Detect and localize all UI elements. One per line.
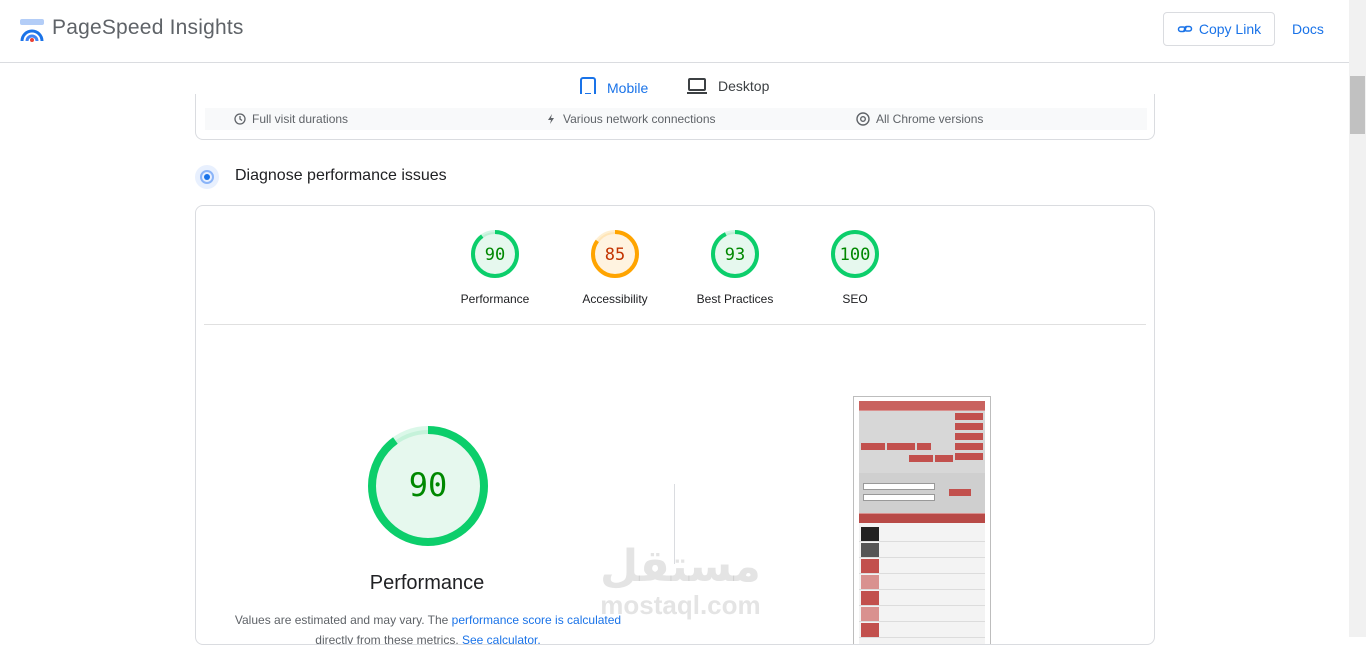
top-app-bar: PageSpeed Insights Copy Link Docs <box>0 0 1349 63</box>
screenshot-list <box>859 523 985 644</box>
info-item: All Chrome versions <box>856 112 983 126</box>
see-calculator-link[interactable]: See calculator. <box>462 633 541 644</box>
score-gauges: 90 Performance 85 Accessibility 93 Best … <box>196 206 1154 324</box>
gauge-seo[interactable]: 100 SEO <box>810 228 900 306</box>
gauge-score: 100 <box>840 245 871 265</box>
screenshot-image <box>859 401 985 644</box>
info-item: Various network connections <box>545 112 716 126</box>
tab-desktop[interactable]: Desktop <box>686 77 769 95</box>
gauge-score: 85 <box>605 245 625 265</box>
docs-link[interactable]: Docs <box>1292 21 1324 37</box>
nav-block <box>955 453 983 460</box>
laptop-icon <box>687 78 707 94</box>
list-row <box>859 589 985 590</box>
list-row <box>859 573 985 574</box>
app-title: PageSpeed Insights <box>52 16 244 39</box>
gauge-label: Best Practices <box>696 292 774 306</box>
gauge-label: SEO <box>842 292 868 306</box>
nav-block <box>955 423 983 430</box>
gauge-score: 93 <box>725 245 745 265</box>
avatar <box>861 607 879 621</box>
screenshot-header <box>859 401 985 410</box>
info-item: Full visit durations <box>234 112 348 126</box>
gauge-best-practices[interactable]: 93 Best Practices <box>690 228 780 306</box>
copy-link-label: Copy Link <box>1198 21 1262 37</box>
copy-link-button[interactable]: Copy Link <box>1163 12 1275 46</box>
nav-block <box>955 443 983 450</box>
avatar <box>861 527 879 541</box>
gauge-ring: 93 <box>711 230 759 278</box>
section-divider <box>204 324 1146 325</box>
gauge-performance[interactable]: 90 Performance <box>450 228 540 306</box>
performance-note: Values are estimated and may vary. The p… <box>228 610 628 645</box>
pagespeed-logo-icon[interactable] <box>19 17 45 43</box>
info-item-label: Various network connections <box>563 112 716 126</box>
avatar <box>861 543 879 557</box>
performance-score: 90 <box>409 466 448 504</box>
note-text: Values are estimated and may vary. The <box>234 613 452 627</box>
avatar <box>861 575 879 589</box>
score-calculated-link[interactable]: performance score is calculated <box>452 613 621 627</box>
nav-block <box>955 413 983 420</box>
nav-block <box>935 455 953 462</box>
chrome-icon <box>856 112 870 126</box>
list-row <box>859 621 985 622</box>
avatar <box>861 591 879 605</box>
gauge-ring: 90 <box>471 230 519 278</box>
screenshot-nav <box>859 411 985 473</box>
diagnose-icon <box>195 165 219 189</box>
network-icon <box>548 114 554 124</box>
note-text-line2: directly from these metrics. <box>315 633 462 645</box>
info-item-label: All Chrome versions <box>876 112 984 126</box>
watermark: مستقل mostaql.com <box>600 541 761 620</box>
clock-icon <box>234 113 246 125</box>
watermark-arabic: مستقل <box>600 541 761 592</box>
screenshot-bar <box>859 514 985 523</box>
gauge-ring: 100 <box>831 230 879 278</box>
field-data-card: Full visit durations Various network con… <box>195 94 1155 140</box>
gauge-label: Accessibility <box>582 292 648 306</box>
list-row <box>859 605 985 606</box>
nav-block <box>909 455 933 462</box>
gauge-accessibility[interactable]: 85 Accessibility <box>570 228 660 306</box>
gauge-ring: 85 <box>591 230 639 278</box>
nav-block <box>887 443 915 450</box>
info-item-label: Full visit durations <box>252 112 349 126</box>
diagnose-title: Diagnose performance issues <box>235 167 447 184</box>
list-row <box>859 541 985 542</box>
avatar <box>861 559 879 573</box>
login-field <box>863 483 935 490</box>
screenshot-login <box>859 473 985 513</box>
gauge-label: Performance <box>460 292 530 306</box>
nav-block <box>955 433 983 440</box>
field-data-info-strip: Full visit durations Various network con… <box>205 108 1147 130</box>
tab-desktop-label: Desktop <box>718 78 770 94</box>
login-button <box>949 489 971 496</box>
nav-block <box>917 443 931 450</box>
link-icon <box>1177 25 1193 33</box>
watermark-latin: mostaql.com <box>600 590 761 620</box>
avatar <box>861 623 879 637</box>
list-row <box>859 557 985 558</box>
nav-block <box>861 443 885 450</box>
performance-title: Performance <box>369 572 485 594</box>
list-row <box>859 637 985 638</box>
login-field <box>863 494 935 501</box>
final-screenshot <box>853 396 991 644</box>
scrollbar-thumb[interactable] <box>1350 76 1365 134</box>
gauge-score: 90 <box>485 245 505 265</box>
performance-big-gauge: 90 <box>368 426 488 546</box>
